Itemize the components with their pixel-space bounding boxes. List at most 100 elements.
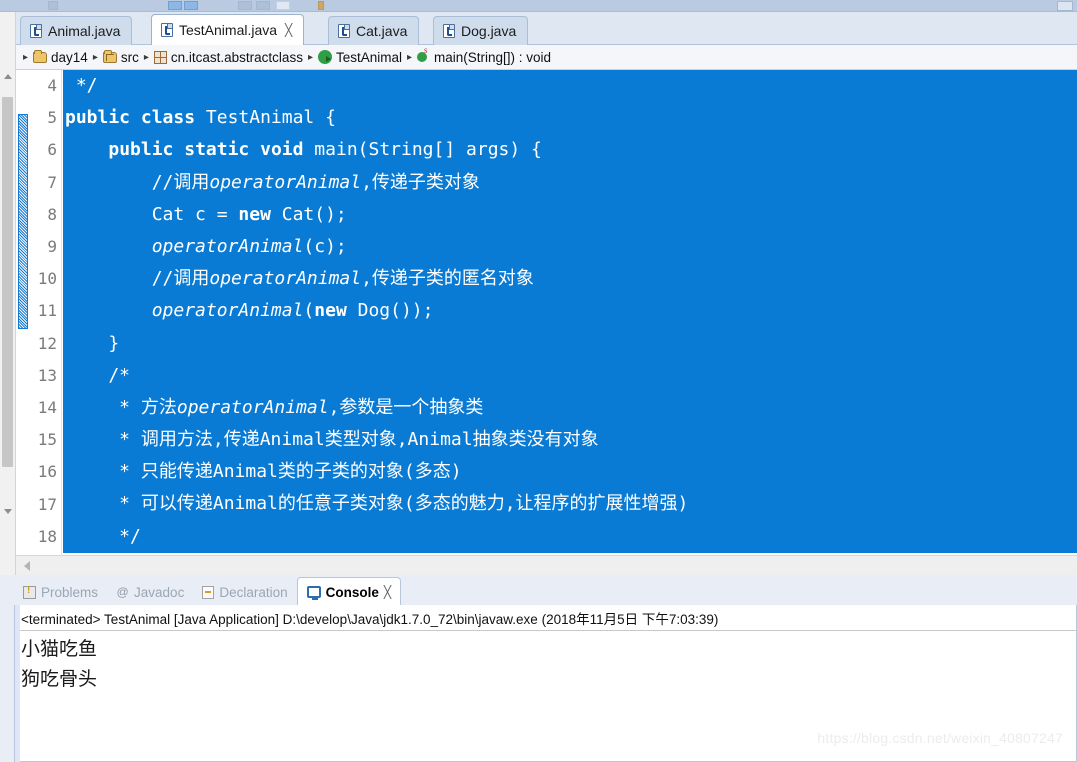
eclipse-ide-window: Animal.java TestAnimal.java ╳ Cat.java D… [0, 0, 1077, 762]
toolbar-button[interactable] [48, 1, 58, 10]
toolbar-overflow-button[interactable] [1057, 1, 1073, 11]
declaration-icon [202, 586, 215, 599]
toolbar-button-accent[interactable] [318, 1, 324, 10]
java-file-icon [30, 24, 42, 38]
code-line[interactable]: //调用operatorAnimal,传递子类的匿名对象 [63, 263, 1077, 296]
console-output-line: 狗吃骨头 [21, 668, 98, 690]
editor-tab-testanimal[interactable]: TestAnimal.java ╳ [151, 14, 305, 45]
line-number-gutter: 4 5 6 7 8 9 10 11 12 13 14 15 16 17 18 [16, 70, 62, 555]
scroll-left-arrow-icon[interactable] [24, 561, 30, 571]
console-output: 小猫吃鱼 狗吃骨头 [15, 631, 1076, 697]
editor-tab-label: Cat.java [356, 23, 408, 39]
line-number: 8 [47, 204, 57, 224]
line-number: 5 [47, 108, 57, 128]
code-line[interactable]: operatorAnimal(new Dog()); [63, 295, 1077, 328]
breadcrumb-item-project[interactable]: day14 [33, 49, 88, 65]
console-panel: Problems @ Javadoc Declaration Console ╳… [0, 575, 1077, 762]
bottom-tab-bar: Problems @ Javadoc Declaration Console ╳ [14, 575, 1077, 606]
problems-icon [23, 585, 36, 599]
close-icon[interactable]: ╳ [384, 585, 391, 599]
workbench-vertical-scrollbar[interactable] [0, 12, 16, 575]
line-number: 12 [37, 333, 57, 353]
bottom-tab-label: Console [325, 584, 379, 600]
chevron-right-icon: ▸ [92, 51, 98, 63]
breadcrumb-label: main(String[]) : void [434, 49, 552, 65]
line-number: 11 [37, 301, 57, 321]
toolbar-button-selected[interactable] [168, 1, 182, 10]
code-line[interactable]: * 调用方法,传递Animal类型对象,Animal抽象类没有对象 [63, 424, 1077, 457]
code-editor[interactable]: 4 5 6 7 8 9 10 11 12 13 14 15 16 17 18 */public class … [16, 70, 1077, 575]
code-line[interactable]: * 只能传递Animal类的子类的对象(多态) [63, 456, 1077, 489]
line-number: 18 [37, 526, 57, 546]
code-line[interactable]: //调用operatorAnimal,传递子类对象 [63, 166, 1077, 199]
toolbar-button-selected[interactable] [184, 1, 198, 10]
toolbar-strip [0, 0, 1077, 12]
line-number: 6 [47, 140, 57, 160]
console-icon [306, 586, 321, 600]
breadcrumb-label: day14 [51, 49, 88, 65]
breadcrumb-label: cn.itcast.abstractclass [170, 49, 303, 65]
toolbar-button[interactable] [256, 1, 270, 10]
class-icon [317, 50, 332, 64]
bottom-tab-label: Javadoc [134, 585, 185, 600]
editor-tab-bar: Animal.java TestAnimal.java ╳ Cat.java D… [16, 12, 1077, 45]
breadcrumb-item-class[interactable]: TestAnimal [317, 50, 402, 65]
console-view[interactable]: <terminated> TestAnimal [Java Applicatio… [14, 605, 1077, 762]
tab-problems[interactable]: Problems [14, 579, 107, 606]
toolbar-button[interactable] [276, 1, 290, 10]
code-line[interactable]: } [63, 327, 1077, 360]
line-number: 17 [37, 494, 57, 514]
code-line[interactable]: public static void main(String[] args) { [63, 134, 1077, 167]
tab-javadoc[interactable]: @ Javadoc [107, 579, 193, 606]
java-file-icon [443, 24, 455, 38]
line-number: 4 [47, 76, 57, 95]
chevron-right-icon: ▸ [307, 51, 313, 63]
code-line[interactable]: /* [63, 359, 1077, 392]
editor-tab-cat[interactable]: Cat.java [328, 16, 420, 45]
breadcrumb-item-method[interactable]: main(String[]) : void [417, 45, 552, 65]
scroll-down-arrow-icon[interactable] [4, 509, 12, 514]
line-number: 10 [37, 269, 57, 289]
breadcrumb-label: src [120, 49, 139, 65]
chevron-right-icon: ▸ [143, 51, 149, 63]
line-number: 15 [37, 430, 57, 450]
breadcrumb-item-source-folder[interactable]: src [102, 49, 139, 65]
console-left-margin [15, 605, 20, 762]
line-number: 9 [47, 237, 57, 256]
editor-tab-dog[interactable]: Dog.java [433, 16, 529, 45]
breadcrumb-item-package[interactable]: cn.itcast.abstractclass [153, 49, 303, 65]
code-line[interactable]: operatorAnimal(c); [63, 230, 1077, 264]
code-line[interactable]: * 可以传递Animal的任意子类对象(多态的魅力,让程序的扩展性增强) [63, 488, 1077, 521]
line-number: 16 [37, 462, 57, 482]
folder-icon [33, 49, 48, 63]
editor-tab-animal[interactable]: Animal.java [20, 16, 133, 45]
static-method-icon [417, 45, 428, 62]
toolbar-button[interactable] [238, 1, 252, 10]
editor-area: Animal.java TestAnimal.java ╳ Cat.java D… [0, 12, 1077, 575]
code-line[interactable]: Cat c = new Cat(); [63, 198, 1077, 231]
code-line[interactable]: * 方法operatorAnimal,参数是一个抽象类 [63, 391, 1077, 425]
tab-declaration[interactable]: Declaration [193, 579, 296, 606]
chevron-right-icon: ▸ [23, 51, 29, 63]
javadoc-icon: @ [116, 585, 129, 599]
scroll-up-arrow-icon[interactable] [4, 74, 12, 79]
code-text-area[interactable]: */public class TestAnimal { public stati… [63, 70, 1077, 555]
breadcrumb: ▸ day14 ▸ src ▸ cn.itcast.abstractclass … [16, 45, 1077, 70]
code-line[interactable]: public class TestAnimal { [63, 102, 1077, 135]
console-output-line: 小猫吃鱼 [21, 638, 98, 660]
editor-horizontal-scrollbar[interactable] [16, 555, 1077, 575]
java-file-icon [338, 24, 350, 38]
editor-tab-label: Dog.java [461, 23, 517, 39]
java-file-icon [161, 23, 173, 37]
bottom-tab-label: Declaration [219, 585, 288, 600]
source-folder-icon [102, 49, 117, 63]
scrollbar-thumb[interactable] [2, 97, 13, 467]
close-icon[interactable]: ╳ [285, 24, 292, 36]
line-number: 14 [37, 398, 57, 417]
line-number: 7 [47, 172, 57, 192]
code-line[interactable]: */ [63, 70, 1077, 103]
code-line[interactable]: */ [63, 520, 1077, 553]
bottom-tab-label: Problems [41, 585, 99, 600]
tab-console[interactable]: Console ╳ [296, 577, 402, 606]
console-launch-header: <terminated> TestAnimal [Java Applicatio… [15, 605, 1076, 631]
